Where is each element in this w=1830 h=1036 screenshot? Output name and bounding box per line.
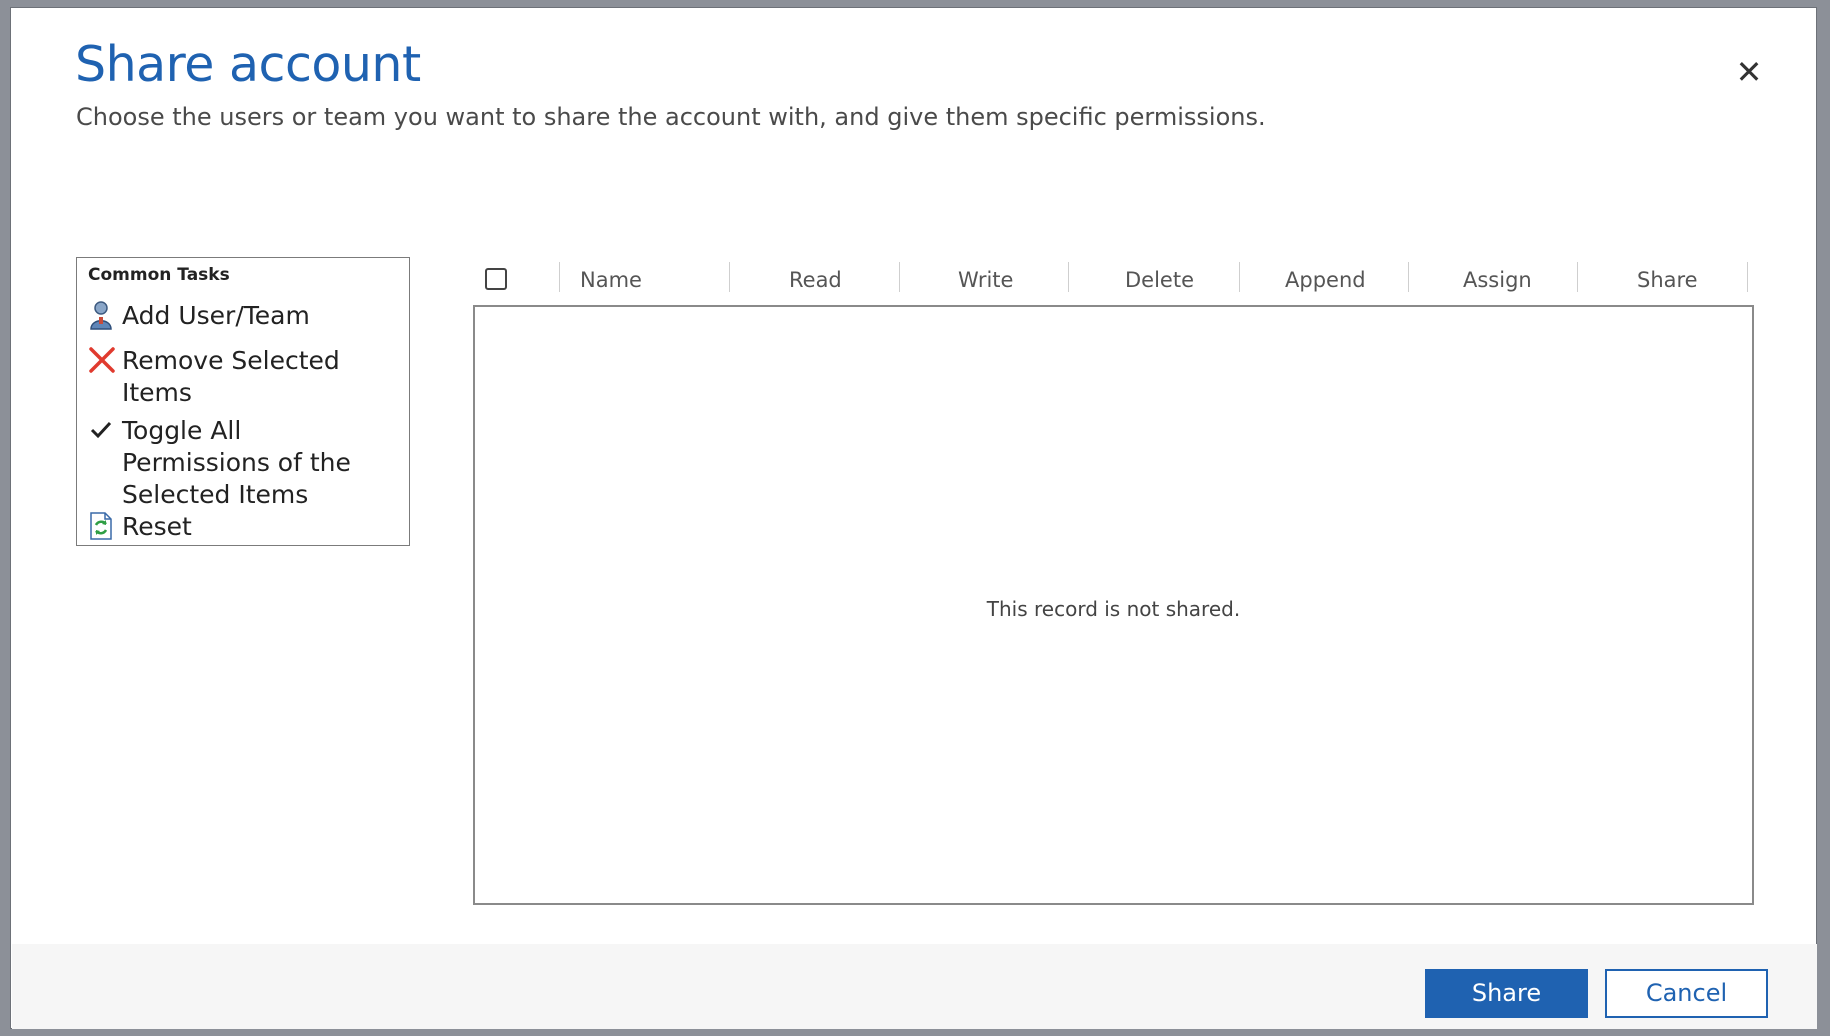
column-header-assign[interactable]: Assign (1463, 262, 1532, 292)
column-separator (1577, 262, 1578, 292)
grid-header: Name Read Write Delete Append Assign Sha… (474, 262, 1748, 298)
toggle-all-permissions-label: Toggle All Permissions of the Selected I… (122, 416, 351, 509)
column-separator (1239, 262, 1240, 292)
close-icon[interactable]: ✕ (1731, 54, 1767, 90)
cancel-button[interactable]: Cancel (1605, 969, 1768, 1018)
toggle-all-permissions-button[interactable]: Toggle All Permissions of the Selected I… (88, 415, 367, 511)
common-tasks-panel: Common Tasks Add User/Team Remove Select… (76, 257, 410, 546)
column-separator (899, 262, 900, 292)
column-separator (559, 262, 560, 292)
column-header-name[interactable]: Name (580, 262, 642, 292)
user-icon (88, 300, 122, 330)
red-x-icon (88, 345, 122, 375)
remove-selected-items-button[interactable]: Remove Selected Items (88, 345, 367, 409)
share-dialog: Share account Choose the users or team y… (10, 7, 1817, 1029)
add-user-team-label: Add User/Team (122, 301, 310, 330)
reset-icon (88, 511, 122, 541)
column-separator (1068, 262, 1069, 292)
dialog-subtitle: Choose the users or team you want to sha… (76, 103, 1266, 131)
reset-button[interactable]: Reset (88, 511, 367, 543)
column-header-share[interactable]: Share (1637, 262, 1698, 292)
column-header-write[interactable]: Write (958, 262, 1013, 292)
select-all-checkbox[interactable] (485, 268, 507, 290)
add-user-team-button[interactable]: Add User/Team (88, 300, 367, 332)
remove-selected-items-label: Remove Selected Items (122, 346, 340, 407)
column-header-delete[interactable]: Delete (1125, 262, 1194, 292)
column-header-append[interactable]: Append (1285, 262, 1366, 292)
permissions-grid: This record is not shared. (473, 305, 1754, 905)
checkmark-icon (88, 415, 122, 445)
empty-message: This record is not shared. (986, 597, 1241, 621)
reset-label: Reset (122, 512, 192, 541)
common-tasks-title: Common Tasks (88, 265, 230, 285)
share-button[interactable]: Share (1425, 969, 1588, 1018)
column-separator (1747, 262, 1748, 292)
column-header-read[interactable]: Read (789, 262, 842, 292)
column-separator (1408, 262, 1409, 292)
column-separator (729, 262, 730, 292)
dialog-title: Share account (75, 36, 421, 93)
